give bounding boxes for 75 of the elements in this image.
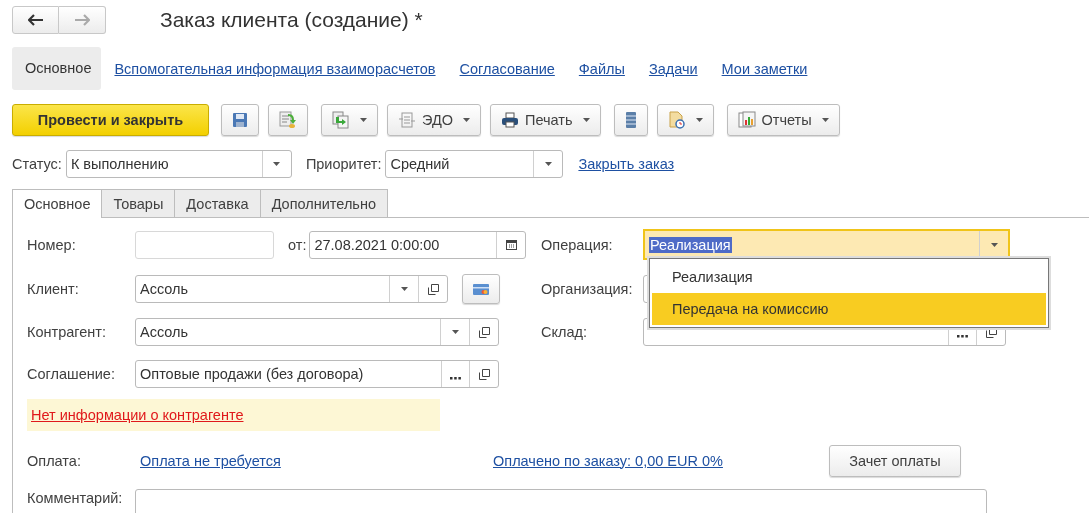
- back-button[interactable]: [12, 6, 59, 34]
- tab[interactable]: Доставка: [174, 189, 261, 217]
- print-button[interactable]: Печать: [490, 104, 601, 136]
- section-link[interactable]: Задачи: [641, 60, 706, 77]
- caret-icon: [360, 118, 367, 122]
- section-link[interactable]: Файлы: [571, 60, 633, 77]
- date-label: от:: [288, 236, 307, 253]
- payment-card-button[interactable]: [462, 274, 500, 304]
- counterparty-label: Контрагент:: [27, 324, 107, 340]
- payment-label: Оплата:: [27, 452, 82, 469]
- dropdown-option[interactable]: Реализация: [652, 261, 1046, 293]
- documents-arrow-icon: [332, 111, 350, 129]
- section-link[interactable]: Согласование: [452, 60, 563, 77]
- client-select[interactable]: Ассоль: [135, 275, 448, 303]
- payment-offset-button[interactable]: Зачет оплаты: [828, 444, 961, 477]
- exchange-document-icon: [398, 112, 416, 128]
- status-label: Статус:: [12, 156, 62, 172]
- agreement-field[interactable]: Оптовые продажи (без договора): [135, 360, 499, 388]
- section-link[interactable]: Мои заметки: [714, 60, 816, 77]
- caret-icon: [582, 118, 590, 122]
- open-window-icon: [478, 368, 490, 380]
- document-clock-icon: [667, 111, 686, 129]
- calendar-icon: [505, 239, 517, 250]
- operation-label: Операция:: [541, 236, 614, 253]
- number-field[interactable]: [135, 230, 274, 259]
- counterparty-select[interactable]: Ассоль: [135, 318, 499, 346]
- section-tab[interactable]: Основное: [12, 47, 102, 90]
- caret-icon: [695, 118, 703, 122]
- dropdown-option[interactable]: Передача на комиссию: [652, 293, 1046, 325]
- caret-icon: [990, 242, 998, 247]
- list-button[interactable]: [613, 104, 648, 136]
- agreement-label: Соглашение:: [27, 366, 116, 382]
- caret-icon: [273, 162, 281, 166]
- priority-label: Приоритет:: [305, 156, 382, 172]
- caret-icon: [451, 330, 459, 334]
- tab[interactable]: Основное: [12, 189, 103, 218]
- document-arrow-icon: [279, 111, 297, 129]
- comment-label: Комментарий:: [27, 489, 124, 506]
- post-and-close-button[interactable]: Провести и закрыть: [12, 104, 209, 136]
- status-select[interactable]: К выполнению: [65, 150, 292, 178]
- section-link[interactable]: Вспомогательная информация взаиморасчетов: [107, 60, 444, 77]
- printer-icon: [501, 112, 520, 128]
- edo-button[interactable]: ЭДО: [387, 104, 482, 136]
- warehouse-label: Склад:: [541, 324, 588, 340]
- client-label: Клиент:: [27, 281, 80, 297]
- open-window-icon: [427, 283, 439, 295]
- open-window-icon: [478, 326, 490, 338]
- create-based-on-button[interactable]: [321, 104, 378, 136]
- selected-text: Реализация: [649, 236, 732, 253]
- ellipsis-icon: [957, 335, 968, 338]
- tab[interactable]: Дополнительно: [259, 189, 388, 217]
- caret-icon: [821, 118, 829, 122]
- counterparty-info-link[interactable]: Нет информации о контрагенте: [31, 407, 244, 423]
- back-arrow-icon: [27, 14, 44, 26]
- caret-icon: [544, 162, 552, 166]
- credit-card-icon: [473, 283, 489, 295]
- document-clock-button[interactable]: [656, 104, 714, 136]
- save-button[interactable]: [221, 104, 259, 136]
- paid-amount-link[interactable]: Оплачено по заказу: 0,00 EUR 0%: [493, 452, 723, 469]
- ellipsis-icon: [450, 377, 461, 380]
- caret-icon: [463, 118, 471, 122]
- window-title: Заказ клиента (создание) *: [160, 8, 423, 32]
- close-order-link[interactable]: Закрыть заказ: [578, 156, 675, 172]
- priority-select[interactable]: Средний: [385, 150, 564, 178]
- organization-label: Организация:: [541, 281, 634, 297]
- bar-chart-document-icon: [737, 111, 756, 129]
- reports-button[interactable]: Отчеты: [726, 104, 840, 136]
- forward-arrow-icon: [74, 14, 90, 26]
- date-field[interactable]: 27.08.2021 0:00:00: [309, 230, 527, 259]
- tab[interactable]: Товары: [101, 189, 176, 217]
- caret-icon: [400, 287, 408, 291]
- post-button[interactable]: [268, 104, 308, 136]
- stack-icon: [624, 111, 637, 129]
- number-label: Номер:: [27, 236, 77, 253]
- payment-link[interactable]: Оплата не требуется: [140, 452, 493, 469]
